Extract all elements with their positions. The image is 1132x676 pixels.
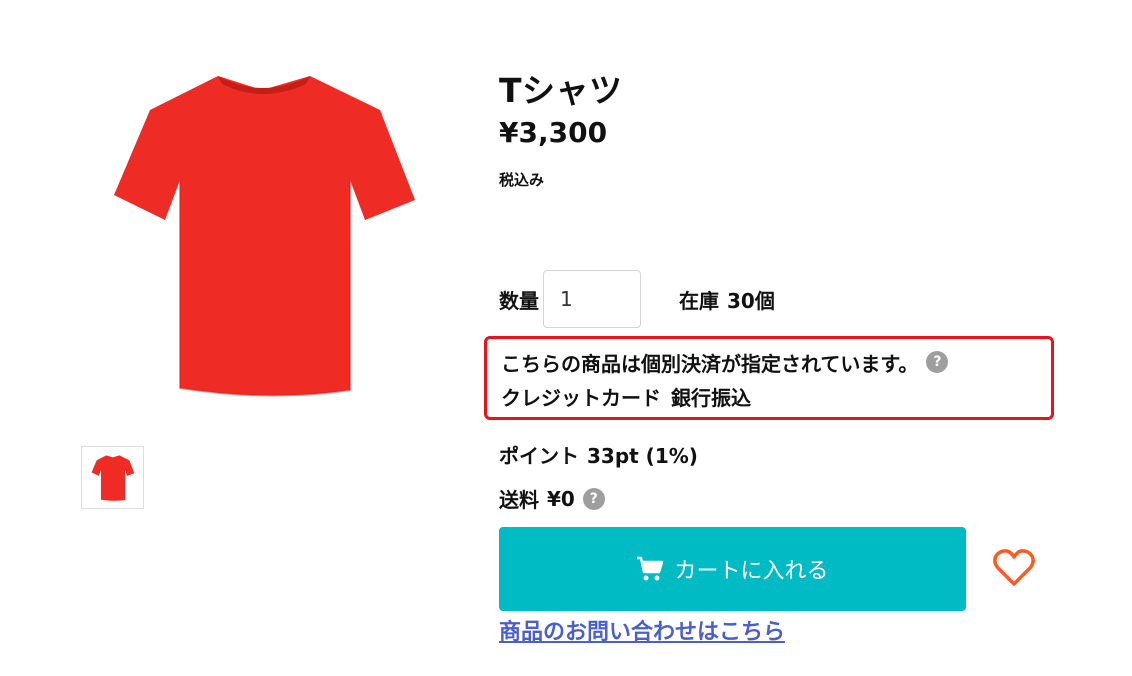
product-title: Tシャツ — [499, 71, 623, 110]
product-main-image — [110, 70, 420, 400]
stock-info: 在庫 30個 — [679, 285, 775, 314]
points-label: ポイント — [499, 444, 579, 468]
add-to-cart-label: カートに入れる — [674, 559, 829, 584]
tax-note: 税込み — [499, 171, 545, 189]
stock-value: 30個 — [727, 288, 775, 313]
cart-icon — [637, 556, 664, 581]
stock-label: 在庫 — [679, 288, 719, 313]
shipping-value: ¥0 — [547, 486, 575, 511]
points-info: ポイント 33pt (1%) — [499, 440, 698, 469]
shipping-info: 送料 ¥0 ? — [499, 484, 605, 513]
payment-method-bank-transfer: 銀行振込 — [671, 385, 751, 410]
payment-methods: クレジットカード 銀行振込 — [501, 379, 1051, 413]
quantity-label: 数量 — [499, 288, 539, 313]
product-thumbnail[interactable] — [81, 446, 144, 509]
product-price: ¥3,300 — [499, 116, 608, 149]
red-tshirt-thumbnail-icon — [91, 454, 134, 501]
red-tshirt-image — [114, 76, 415, 397]
payment-notice: こちらの商品は個別決済が指定されています。 ? — [501, 345, 1051, 379]
points-value: 33pt (1%) — [587, 444, 698, 468]
payment-notice-text: こちらの商品は個別決済が指定されています。 — [501, 351, 919, 376]
payment-notice-box: こちらの商品は個別決済が指定されています。 ? クレジットカード 銀行振込 — [484, 336, 1054, 420]
payment-method-credit-card: クレジットカード — [501, 385, 661, 410]
shipping-label: 送料 — [499, 488, 539, 512]
add-to-cart-button[interactable]: カートに入れる — [499, 527, 966, 611]
quantity-row: 数量 在庫 30個 — [499, 270, 775, 328]
heart-icon — [993, 549, 1035, 586]
payment-help-icon[interactable]: ? — [926, 351, 949, 373]
shipping-help-icon[interactable]: ? — [582, 487, 605, 510]
quantity-input[interactable] — [543, 270, 641, 328]
product-inquiry-link[interactable]: 商品のお問い合わせはこちら — [499, 614, 785, 646]
favorite-button[interactable] — [992, 546, 1036, 590]
